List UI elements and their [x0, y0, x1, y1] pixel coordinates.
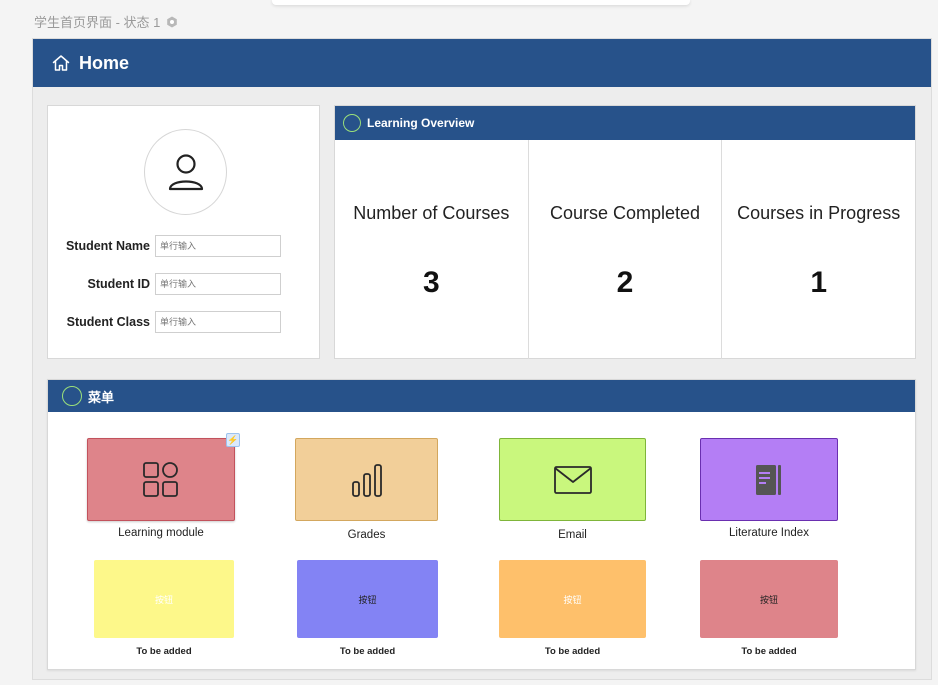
placeholder-button-1[interactable]: 按钮	[94, 560, 234, 638]
student-class-row: Student Class	[48, 311, 281, 333]
mail-icon	[553, 465, 592, 494]
learning-module-caption: Learning module	[118, 527, 204, 539]
home-icon[interactable]	[51, 53, 71, 73]
stat-course-completed: Course Completed 2	[529, 140, 723, 359]
literature-index-button[interactable]	[700, 438, 838, 521]
placeholder-caption-1: To be added	[136, 646, 192, 657]
placeholder-caption-4: To be added	[741, 646, 797, 657]
learning-overview-header: Learning Overview	[335, 106, 915, 140]
menu-title: 菜单	[88, 389, 115, 405]
avatar[interactable]	[144, 129, 227, 215]
student-name-row: Student Name	[48, 235, 281, 257]
student-class-label: Student Class	[66, 315, 150, 329]
bar-chart-icon	[351, 463, 382, 497]
interaction-flag-icon: ⚡	[226, 433, 240, 447]
learning-overview-title: Learning Overview	[367, 116, 475, 130]
stat-value: 3	[422, 266, 440, 299]
gear-icon[interactable]	[166, 16, 178, 28]
app-header: Home	[33, 39, 931, 87]
learning-module-button[interactable]: ⚡	[87, 433, 240, 521]
stat-label: Courses in Progress	[737, 203, 901, 223]
user-icon	[168, 154, 203, 191]
top-tab-strip	[272, 0, 690, 5]
menu-card: 菜单 ⚡ Learning module Grades Email Litera…	[47, 379, 916, 670]
student-id-row: Student ID	[48, 273, 281, 295]
email-caption: Email	[558, 529, 587, 541]
book-icon	[756, 464, 781, 495]
circle-icon	[343, 114, 361, 132]
student-name-label: Student Name	[65, 239, 150, 253]
grid-icon	[143, 461, 178, 497]
stats-row: Number of Courses 3 Course Completed 2 C…	[335, 140, 915, 359]
student-id-input[interactable]	[155, 273, 281, 295]
stat-courses-in-progress: Courses in Progress 1	[722, 140, 915, 359]
placeholder-caption-2: To be added	[339, 646, 396, 657]
student-profile-card: Student Name Student ID Student Class	[47, 105, 320, 359]
placeholder-button-3[interactable]: 按钮	[499, 560, 646, 638]
app-frame: Home Student Name Student ID Student Cla…	[32, 38, 932, 680]
stat-label: Course Completed	[549, 203, 701, 223]
email-button[interactable]	[499, 438, 646, 521]
menu-header: 菜单	[48, 380, 915, 412]
student-class-input[interactable]	[155, 311, 281, 333]
literature-index-caption: Literature Index	[729, 527, 809, 539]
stat-value: 1	[810, 266, 828, 299]
student-name-input[interactable]	[155, 235, 281, 257]
placeholder-button-4[interactable]: 按钮	[700, 560, 838, 638]
circle-icon	[62, 386, 82, 406]
page-state-text: 学生首页界面 - 状态 1	[34, 15, 161, 30]
student-id-label: Student ID	[87, 277, 151, 291]
stat-number-of-courses: Number of Courses 3	[335, 140, 529, 359]
grades-caption: Grades	[347, 529, 386, 541]
placeholder-button-2[interactable]: 按钮	[297, 560, 438, 638]
learning-overview-card: Learning Overview Number of Courses 3 Co…	[334, 105, 916, 359]
placeholder-caption-3: To be added	[544, 646, 601, 657]
grades-button[interactable]	[295, 438, 438, 521]
page-title: Home	[79, 52, 130, 73]
stat-label: Number of Courses	[353, 203, 510, 223]
page-state-label: 学生首页界面 - 状态 1	[34, 12, 178, 31]
stat-value: 2	[616, 266, 634, 299]
